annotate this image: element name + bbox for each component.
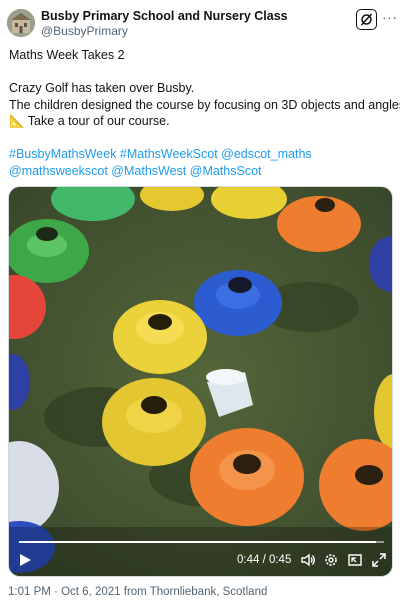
school-building-icon [7, 9, 35, 37]
mention-links[interactable]: @mathsweekscot @MathsWest @MathsScot [9, 163, 395, 180]
author-avatar[interactable] [7, 9, 35, 37]
video-controls: 0:44 / 0:45 [9, 539, 392, 576]
author-handle[interactable]: @BusbyPrimary [41, 24, 128, 38]
tweet-text: Maths Week Takes 2 Crazy Golf has taken … [9, 47, 400, 180]
tweet-line: Maths Week Takes 2 [9, 48, 125, 62]
settings-icon[interactable] [323, 552, 339, 568]
author-name[interactable]: Busby Primary School and Nursery Class [41, 9, 288, 23]
hashtag-links[interactable]: #BusbyMathsWeek #MathsWeekScot @edscot_m… [9, 146, 395, 163]
tweet-line: The children designed the course by focu… [9, 97, 400, 112]
tweet-timestamp[interactable]: 1:01 PM · Oct 6, 2021 from Thornliebank,… [8, 586, 267, 598]
video-progress-fill [19, 541, 376, 543]
video-frame [9, 187, 392, 576]
video-time: 0:44 / 0:45 [237, 554, 292, 566]
picture-in-picture-icon[interactable] [347, 552, 363, 568]
tweet-line: 📐 Take a tour of our course. [9, 114, 170, 128]
post-time: 1:01 PM [8, 586, 51, 598]
tweet-line: Crazy Golf has taken over Busby. [9, 81, 195, 95]
grok-icon [360, 13, 373, 26]
volume-icon[interactable] [300, 552, 316, 568]
more-options-button[interactable]: ··· [382, 9, 398, 25]
video-player[interactable]: 0:44 / 0:45 [8, 186, 393, 577]
post-date: Oct 6, 2021 [61, 586, 121, 598]
separator: · [54, 586, 58, 598]
tweet-header: Busby Primary School and Nursery Class @… [0, 0, 400, 46]
post-location: from Thornliebank, Scotland [123, 586, 268, 598]
grok-button[interactable] [356, 9, 377, 30]
video-progress-bar[interactable] [19, 541, 384, 543]
play-icon[interactable] [18, 553, 32, 567]
fullscreen-icon[interactable] [371, 552, 387, 568]
